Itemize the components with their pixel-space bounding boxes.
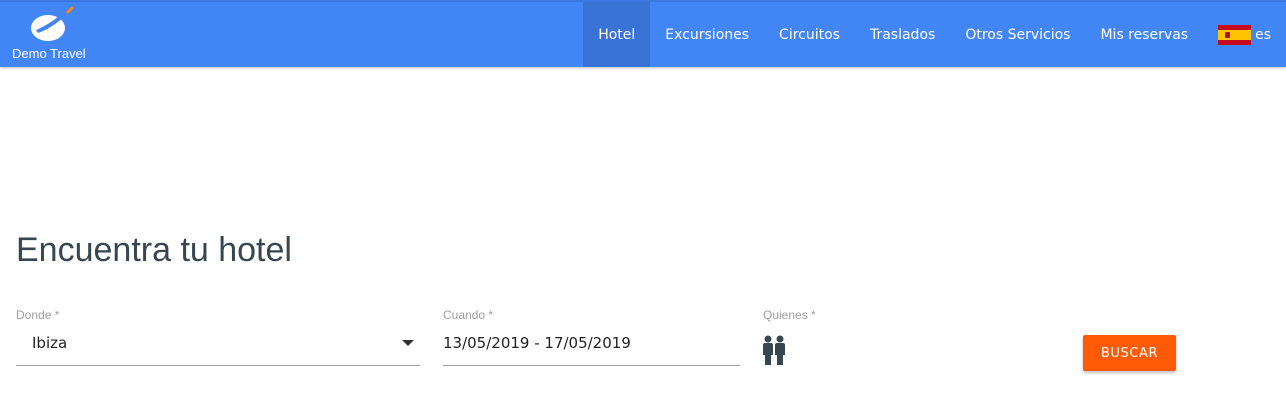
top-navbar: Demo Travel Hotel Excursiones Circuitos …: [0, 0, 1286, 67]
people-icon[interactable]: [762, 335, 786, 365]
nav-item-circuitos[interactable]: Circuitos: [764, 2, 855, 67]
quienes-label: Quienes *: [763, 308, 816, 322]
donde-select[interactable]: Ibiza: [16, 326, 420, 366]
cuando-underline: [443, 365, 740, 366]
nav-item-hotel[interactable]: Hotel: [583, 2, 651, 67]
buscar-button[interactable]: BUSCAR: [1083, 335, 1176, 371]
donde-label: Donde *: [16, 308, 60, 322]
nav-item-mis-reservas[interactable]: Mis reservas: [1085, 2, 1203, 67]
spain-flag-icon: [1218, 24, 1252, 45]
language-selector[interactable]: es: [1203, 2, 1286, 67]
language-code: es: [1255, 26, 1271, 43]
brand-name: Demo Travel: [12, 46, 86, 61]
cuando-label: Cuando *: [443, 308, 494, 322]
nav-item-otros-servicios[interactable]: Otros Servicios: [950, 2, 1085, 67]
nav-item-excursiones[interactable]: Excursiones: [650, 2, 764, 67]
page-title: Encuentra tu hotel: [16, 231, 292, 269]
donde-underline: [16, 365, 420, 366]
donde-value: Ibiza: [32, 334, 68, 352]
nav-item-traslados[interactable]: Traslados: [855, 2, 950, 67]
brand-logo[interactable]: Demo Travel: [10, 4, 100, 64]
chevron-down-icon[interactable]: [402, 340, 414, 346]
plane-logo-icon: [31, 6, 74, 41]
cuando-value: 13/05/2019 - 17/05/2019: [443, 334, 631, 352]
main-nav: Hotel Excursiones Circuitos Traslados Ot…: [583, 2, 1286, 67]
cuando-date-field[interactable]: 13/05/2019 - 17/05/2019: [443, 326, 740, 366]
